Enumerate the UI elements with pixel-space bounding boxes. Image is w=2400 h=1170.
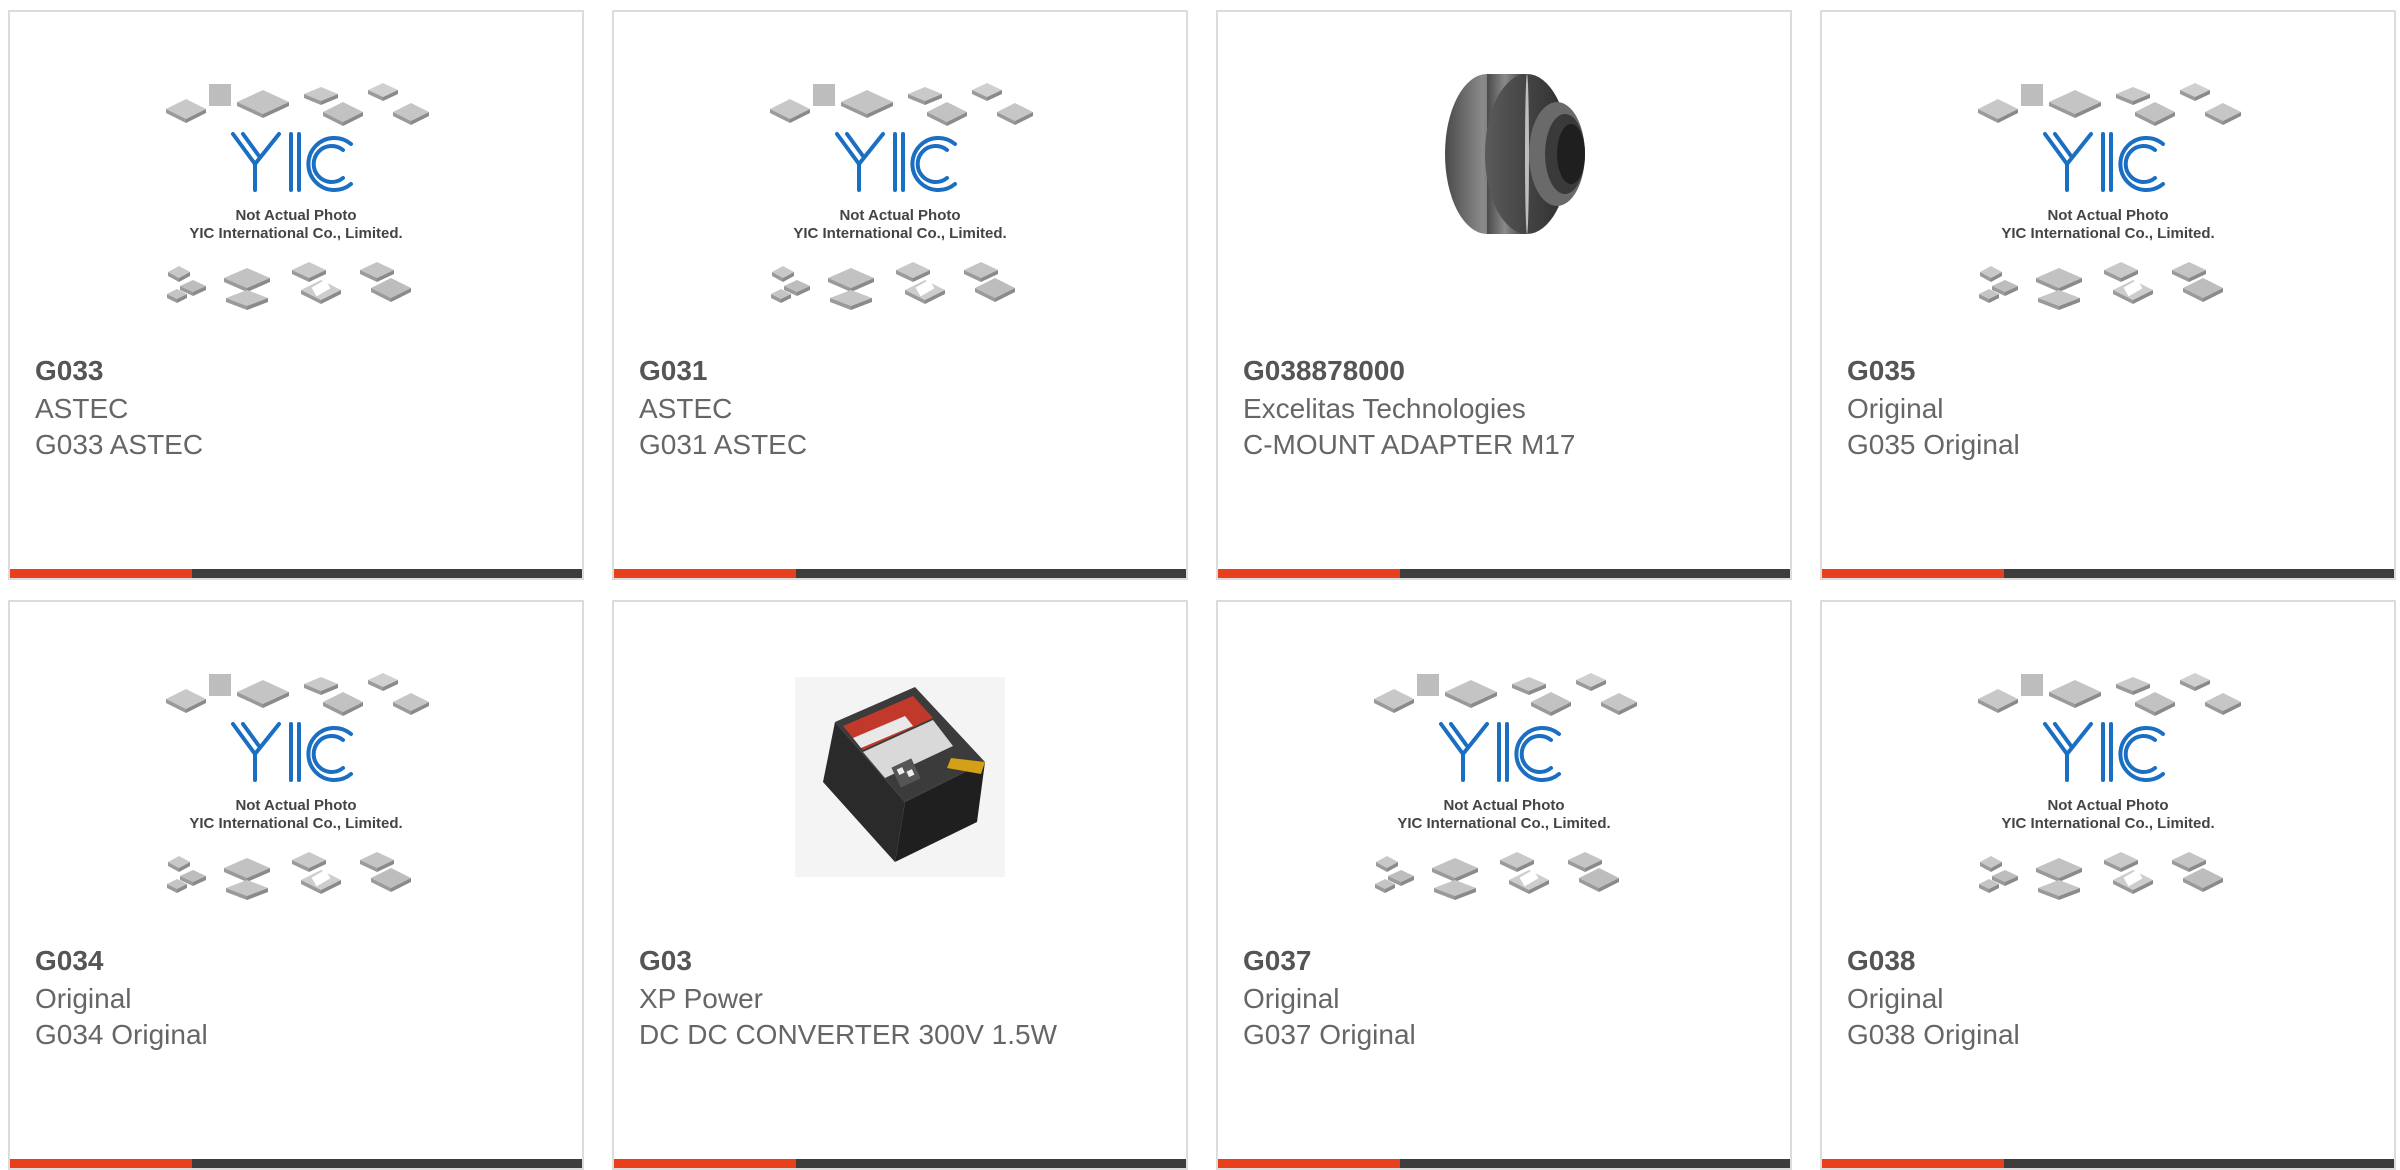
card-accent-bar <box>614 569 796 578</box>
product-card-g033[interactable]: Not Actual Photo YIC International Co., L… <box>8 10 584 580</box>
yic-placeholder-graphic: Not Actual PhotoYIC International Co., L… <box>166 673 429 900</box>
part-number[interactable]: G033 <box>35 355 104 387</box>
description: G033 ASTEC <box>35 429 204 460</box>
product-image: Not Actual Photo YIC International Co., L… <box>1218 662 1790 942</box>
manufacturer: Original <box>1847 983 1944 1014</box>
part-number[interactable]: G038 <box>1847 945 1916 977</box>
part-number[interactable]: G035 <box>1847 355 1916 387</box>
placeholder-company: YIC International Co., Limited. <box>793 225 1006 242</box>
product-image: Not Actual Photo YIC International Co., L… <box>614 72 1186 352</box>
product-card-g034[interactable]: Not Actual Photo YIC International Co., L… <box>8 600 584 1170</box>
manufacturer: Excelitas Technologies <box>1243 393 1526 424</box>
product-image <box>614 662 1186 942</box>
card-bottom-bar <box>10 569 582 578</box>
product-card-g03[interactable]: G03 XP Power DC DC CONVERTER 300V 1.5W <box>612 600 1188 1170</box>
yic-placeholder-graphic: Not Actual PhotoYIC International Co., L… <box>770 83 1033 310</box>
placeholder-company: YIC International Co., Limited. <box>189 225 402 242</box>
product-card-g038878000[interactable]: G038878000 Excelitas Technologies C-MOUN… <box>1216 10 1792 580</box>
dc-dc-converter-photo <box>795 677 1005 877</box>
part-number[interactable]: G034 <box>35 945 104 977</box>
product-image: Not Actual Photo YIC International Co., L… <box>10 662 582 942</box>
yic-placeholder-graphic: Not Actual PhotoYIC International Co., L… <box>1374 673 1637 900</box>
product-card-g038[interactable]: Not Actual Photo YIC International Co., L… <box>1820 600 2396 1170</box>
manufacturer: Original <box>1847 393 1944 424</box>
placeholder-company: YIC International Co., Limited. <box>1397 815 1610 832</box>
product-grid: Not Actual Photo YIC International Co., L… <box>0 0 2400 1170</box>
card-accent-bar <box>10 569 192 578</box>
placeholder-caption: Not Actual Photo <box>235 797 356 814</box>
part-number[interactable]: G038878000 <box>1243 355 1405 387</box>
manufacturer: Original <box>35 983 132 1014</box>
product-image <box>1218 72 1790 352</box>
product-card-g037[interactable]: Not Actual Photo YIC International Co., L… <box>1216 600 1792 1170</box>
yic-placeholder-graphic: Not Actual PhotoYIC International Co., L… <box>1978 83 2241 310</box>
c-mount-adapter-photo <box>1445 74 1585 234</box>
product-card-g035[interactable]: Not Actual Photo YIC International Co., L… <box>1820 10 2396 580</box>
placeholder-caption: Not Actual Photo <box>235 207 356 224</box>
description: C-MOUNT ADAPTER M17 <box>1243 429 1576 460</box>
placeholder-company: YIC International Co., Limited. <box>189 815 402 832</box>
product-image: Not Actual Photo YIC International Co., L… <box>10 72 582 352</box>
product-image: Not Actual Photo YIC International Co., L… <box>1822 72 2394 352</box>
description: DC DC CONVERTER 300V 1.5W <box>639 1019 1058 1050</box>
manufacturer: XP Power <box>639 983 763 1014</box>
manufacturer: Original <box>1243 983 1340 1014</box>
placeholder-caption: Not Actual Photo <box>1443 797 1564 814</box>
placeholder-company: YIC International Co., Limited. <box>2001 225 2214 242</box>
part-number[interactable]: G031 <box>639 355 708 387</box>
manufacturer: ASTEC <box>639 393 733 424</box>
yic-placeholder-graphic: Not Actual PhotoYIC International Co., L… <box>1978 673 2241 900</box>
placeholder-company: YIC International Co., Limited. <box>2001 815 2214 832</box>
card-accent-bar <box>1822 569 2004 578</box>
part-number[interactable]: G03 <box>639 945 692 977</box>
card-accent-bar <box>1218 569 1400 578</box>
description: G031 ASTEC <box>639 429 808 460</box>
part-number[interactable]: G037 <box>1243 945 1312 977</box>
product-card-g031[interactable]: Not Actual Photo YIC International Co., L… <box>612 10 1188 580</box>
yic-placeholder-graphic: Not Actual PhotoYIC International Co., L… <box>166 83 429 310</box>
placeholder-caption: Not Actual Photo <box>2047 207 2168 224</box>
manufacturer: ASTEC <box>35 393 129 424</box>
description: G034 Original <box>35 1019 208 1050</box>
card-bottom-bar <box>1218 569 1790 578</box>
description: G038 Original <box>1847 1019 2020 1050</box>
product-image: Not Actual Photo YIC International Co., L… <box>1822 662 2394 942</box>
card-bottom-bar <box>614 569 1186 578</box>
placeholder-caption: Not Actual Photo <box>2047 797 2168 814</box>
card-bottom-bar <box>1822 569 2394 578</box>
placeholder-caption: Not Actual Photo <box>839 207 960 224</box>
description: G035 Original <box>1847 429 2020 460</box>
description: G037 Original <box>1243 1019 1416 1050</box>
